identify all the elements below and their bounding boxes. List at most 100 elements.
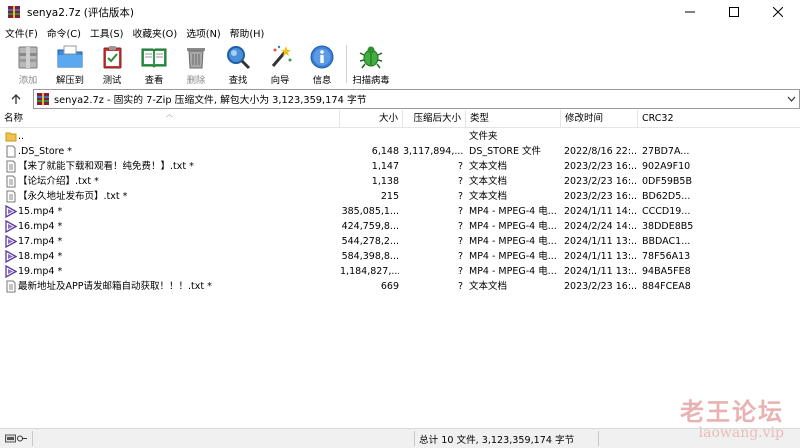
file-crc: 78F56A13 — [642, 251, 691, 262]
magic-wand-icon — [266, 43, 294, 71]
delete-button[interactable]: 删除 — [175, 41, 217, 87]
file-size: 424,759,8... — [341, 221, 399, 232]
file-row[interactable]: 17.mp4 * 544,278,2...? MP4 - MPEG-4 电... 20… — [0, 234, 800, 249]
column-header-crc[interactable]: CRC32 — [638, 110, 800, 128]
virus-bug-icon — [357, 43, 385, 71]
view-button[interactable]: 查看 — [133, 41, 175, 87]
file-size — [340, 129, 399, 144]
watermark-title: 老王论坛 — [680, 397, 784, 426]
up-one-level-button[interactable] — [0, 89, 32, 109]
text-file-icon — [5, 160, 17, 173]
file-modified: 2024/1/11 13:... — [564, 266, 636, 277]
find-button[interactable]: 查找 — [217, 41, 259, 87]
file-type: MP4 - MPEG-4 电... — [469, 206, 557, 217]
file-crc: 38DDE8B5 — [642, 221, 694, 232]
file-row[interactable]: .DS_Store * 6,148 3,117,894,... DS_STORE 文件… — [0, 144, 800, 159]
file-name: 17.mp4 * — [18, 236, 63, 247]
scan-virus-button[interactable]: 扫描病毒 — [350, 41, 392, 87]
file-size: 215 — [380, 191, 399, 202]
file-name: 19.mp4 * — [18, 266, 63, 277]
file-crc: 902A9F10 — [642, 161, 691, 172]
file-packed-size: ? — [457, 251, 463, 262]
maximize-button[interactable] — [712, 0, 756, 24]
file-name-cell: 15.mp4 * — [0, 204, 340, 219]
close-button[interactable] — [756, 0, 800, 24]
extract-to-button[interactable]: 解压到 — [49, 41, 91, 87]
status-divider — [414, 431, 415, 446]
add-label: 添加 — [18, 75, 38, 86]
minimize-icon — [685, 11, 695, 13]
file-packed-size: ? — [457, 161, 463, 172]
add-button[interactable]: 添加 — [7, 41, 49, 87]
file-type: 文本文档 — [469, 161, 508, 172]
file-size: 385,085,1... — [341, 206, 399, 217]
drive-key-icon[interactable] — [5, 433, 27, 444]
minimize-button[interactable] — [668, 0, 712, 24]
file-list: 名称 ︿ 大小 压缩后大小 类型 修改时间 CRC32 .. 文件夹 .DS_Sto… — [0, 110, 800, 428]
archive-path-field[interactable]: senya2.7z - 固实的 7-Zip 压缩文件, 解包大小为 3,123,… — [33, 89, 800, 109]
info-button[interactable]: 信息 — [301, 41, 343, 87]
video-file-icon — [5, 219, 18, 234]
file-name-cell: 18.mp4 * — [0, 249, 340, 264]
file-size: 669 — [380, 281, 399, 292]
search-icon — [224, 43, 252, 71]
status-divider — [598, 431, 599, 446]
column-packed-label: 压缩后大小 — [413, 113, 461, 124]
file-modified: 2023/2/23 16:... — [564, 191, 636, 202]
menu-help[interactable]: 帮助(H) — [230, 26, 265, 40]
file-type: MP4 - MPEG-4 电... — [469, 266, 557, 277]
file-size: 544,278,2... — [341, 236, 399, 247]
menu-options[interactable]: 选项(N) — [186, 26, 221, 40]
file-name-cell: 19.mp4 * — [0, 264, 340, 279]
file-name-cell: 【论坛介绍】.txt * — [0, 174, 340, 189]
file-modified: 2024/1/11 13:... — [564, 251, 636, 262]
file-crc: BD62D5... — [642, 191, 691, 202]
file-crc: 27BD7A... — [642, 146, 690, 157]
file-row[interactable]: 最新地址及APP请发邮箱自动获取！！！.txt * 669? 文本文档 2023/2/… — [0, 279, 800, 294]
file-row[interactable]: 18.mp4 * 584,398,8...? MP4 - MPEG-4 电... 20… — [0, 249, 800, 264]
column-name-label: 名称 — [4, 113, 24, 124]
file-name: .DS_Store * — [18, 146, 72, 157]
file-name: 【来了就能下载和观看！纯免费！】.txt * — [18, 161, 194, 172]
chevron-down-icon[interactable] — [785, 93, 797, 105]
winrar-app-icon[interactable] — [7, 5, 21, 19]
file-row[interactable]: .. 文件夹 — [0, 129, 800, 144]
test-button[interactable]: 测试 — [91, 41, 133, 87]
wizard-label: 向导 — [270, 75, 290, 86]
column-header-type[interactable]: 类型 — [466, 110, 561, 128]
file-name-cell: 16.mp4 * — [0, 219, 340, 234]
file-crc: 884FCEA8 — [642, 281, 691, 292]
file-name: 15.mp4 * — [18, 206, 63, 217]
menu-file[interactable]: 文件(F) — [5, 26, 38, 40]
file-row[interactable]: 【论坛介绍】.txt * 1,138? 文本文档 2023/2/23 16:... 0D… — [0, 174, 800, 189]
file-row[interactable]: 【永久地址发布页】.txt * 215? 文本文档 2023/2/23 16:... B… — [0, 189, 800, 204]
column-header-size[interactable]: 大小 — [340, 110, 403, 128]
file-type: 文件夹 — [469, 131, 498, 142]
file-row[interactable]: 19.mp4 * 1,184,827,...? MP4 - MPEG-4 电... 2… — [0, 264, 800, 279]
menu-commands[interactable]: 命令(C) — [47, 26, 81, 40]
column-header-packed[interactable]: 压缩后大小 — [403, 110, 466, 128]
video-file-icon — [5, 204, 18, 219]
find-label: 查找 — [228, 75, 248, 86]
column-modified-label: 修改时间 — [565, 113, 604, 124]
file-row[interactable]: 【来了就能下载和观看！纯免费！】.txt * 1,147? 文本文档 2023/2/2… — [0, 159, 800, 174]
scan-virus-label: 扫描病毒 — [352, 75, 390, 86]
menu-tools[interactable]: 工具(S) — [90, 26, 123, 40]
archive-icon — [36, 92, 50, 106]
file-size: 584,398,8... — [341, 251, 399, 262]
file-row[interactable]: 15.mp4 * 385,085,1...? MP4 - MPEG-4 电... 20… — [0, 204, 800, 219]
menu-favorites[interactable]: 收藏夹(O) — [132, 26, 177, 40]
extract-to-label: 解压到 — [56, 75, 84, 86]
file-type: MP4 - MPEG-4 电... — [469, 251, 557, 262]
file-crc: CCCD19... — [642, 206, 691, 217]
file-type: 文本文档 — [469, 176, 508, 187]
close-icon — [773, 7, 783, 17]
text-file-icon — [5, 175, 17, 188]
column-header-modified[interactable]: 修改时间 — [561, 110, 638, 128]
info-icon — [308, 43, 336, 71]
file-name-cell: .DS_Store * — [0, 144, 340, 159]
file-row[interactable]: 16.mp4 * 424,759,8...? MP4 - MPEG-4 电... 20… — [0, 219, 800, 234]
delete-label: 删除 — [186, 75, 206, 86]
wizard-button[interactable]: 向导 — [259, 41, 301, 87]
file-type: MP4 - MPEG-4 电... — [469, 236, 557, 247]
